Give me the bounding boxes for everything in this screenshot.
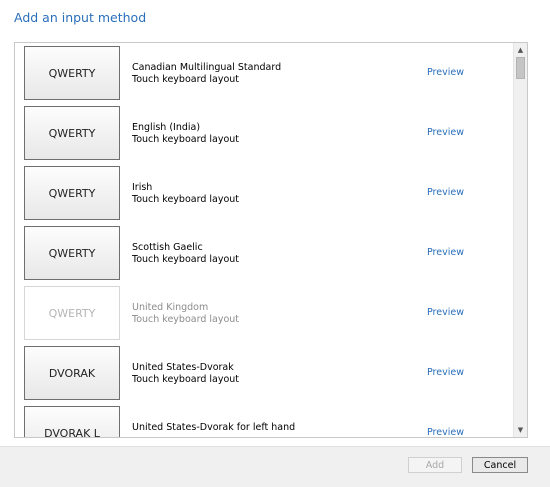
dialog-title: Add an input method	[14, 10, 147, 25]
layout-thumbnail: QWERTY	[24, 286, 120, 340]
cancel-button[interactable]: Cancel	[472, 457, 528, 473]
layout-type: Touch keyboard layout	[132, 254, 240, 265]
layout-type: Touch keyboard layout	[132, 194, 240, 205]
chevron-down-icon[interactable]: ▼	[514, 424, 527, 436]
layout-name: Irish	[132, 182, 153, 193]
layout-type: Touch keyboard layout	[132, 74, 240, 85]
layout-type: Touch keyboard layout	[132, 374, 240, 385]
preview-link[interactable]: Preview	[427, 367, 464, 378]
layout-name: Canadian Multilingual Standard	[132, 62, 282, 73]
layout-info: United States-Dvorak for left hand	[132, 422, 295, 434]
input-method-list[interactable]: QWERTY Canadian Multilingual Standard To…	[14, 42, 528, 438]
dialog-footer: Add Cancel	[0, 446, 550, 487]
list-item[interactable]: DVORAK L United States-Dvorak for left h…	[15, 403, 513, 437]
preview-link[interactable]: Preview	[427, 427, 464, 437]
layout-type: Touch keyboard layout	[132, 314, 240, 325]
layout-name: English (India)	[132, 122, 201, 133]
layout-name: United States-Dvorak	[132, 362, 234, 373]
preview-link[interactable]: Preview	[427, 67, 464, 78]
layout-thumbnail[interactable]: QWERTY	[24, 46, 120, 100]
list-item[interactable]: DVORAK United States-Dvorak Touch keyboa…	[15, 343, 513, 403]
layout-info: English (India) Touch keyboard layout	[132, 122, 239, 146]
chevron-up-icon[interactable]: ▲	[514, 44, 527, 56]
list-item[interactable]: QWERTY Scottish Gaelic Touch keyboard la…	[15, 223, 513, 283]
layout-info: Canadian Multilingual Standard Touch key…	[132, 62, 281, 86]
preview-link[interactable]: Preview	[427, 247, 464, 258]
list-item[interactable]: QWERTY English (India) Touch keyboard la…	[15, 103, 513, 163]
layout-thumbnail[interactable]: QWERTY	[24, 166, 120, 220]
preview-link[interactable]: Preview	[427, 187, 464, 198]
layout-thumbnail[interactable]: DVORAK L	[24, 406, 120, 437]
layout-type: Touch keyboard layout	[132, 134, 240, 145]
layout-name: United States-Dvorak for left hand	[132, 422, 296, 433]
add-button[interactable]: Add	[408, 457, 462, 473]
preview-link[interactable]: Preview	[427, 307, 464, 318]
input-method-list-items: QWERTY Canadian Multilingual Standard To…	[15, 43, 513, 437]
vertical-scrollbar[interactable]: ▲ ▼	[513, 43, 527, 437]
layout-info: Scottish Gaelic Touch keyboard layout	[132, 242, 239, 266]
preview-link[interactable]: Preview	[427, 127, 464, 138]
list-item[interactable]: QWERTY Irish Touch keyboard layout Previ…	[15, 163, 513, 223]
layout-name: United Kingdom	[132, 302, 209, 313]
layout-info: Irish Touch keyboard layout	[132, 182, 239, 206]
list-item: QWERTY United Kingdom Touch keyboard lay…	[15, 283, 513, 343]
scrollbar-thumb[interactable]	[516, 57, 525, 79]
layout-thumbnail[interactable]: QWERTY	[24, 226, 120, 280]
layout-info: United States-Dvorak Touch keyboard layo…	[132, 362, 239, 386]
layout-info: United Kingdom Touch keyboard layout	[132, 302, 239, 326]
layout-thumbnail[interactable]: QWERTY	[24, 106, 120, 160]
layout-name: Scottish Gaelic	[132, 242, 203, 253]
layout-thumbnail[interactable]: DVORAK	[24, 346, 120, 400]
list-item[interactable]: QWERTY Canadian Multilingual Standard To…	[15, 43, 513, 103]
